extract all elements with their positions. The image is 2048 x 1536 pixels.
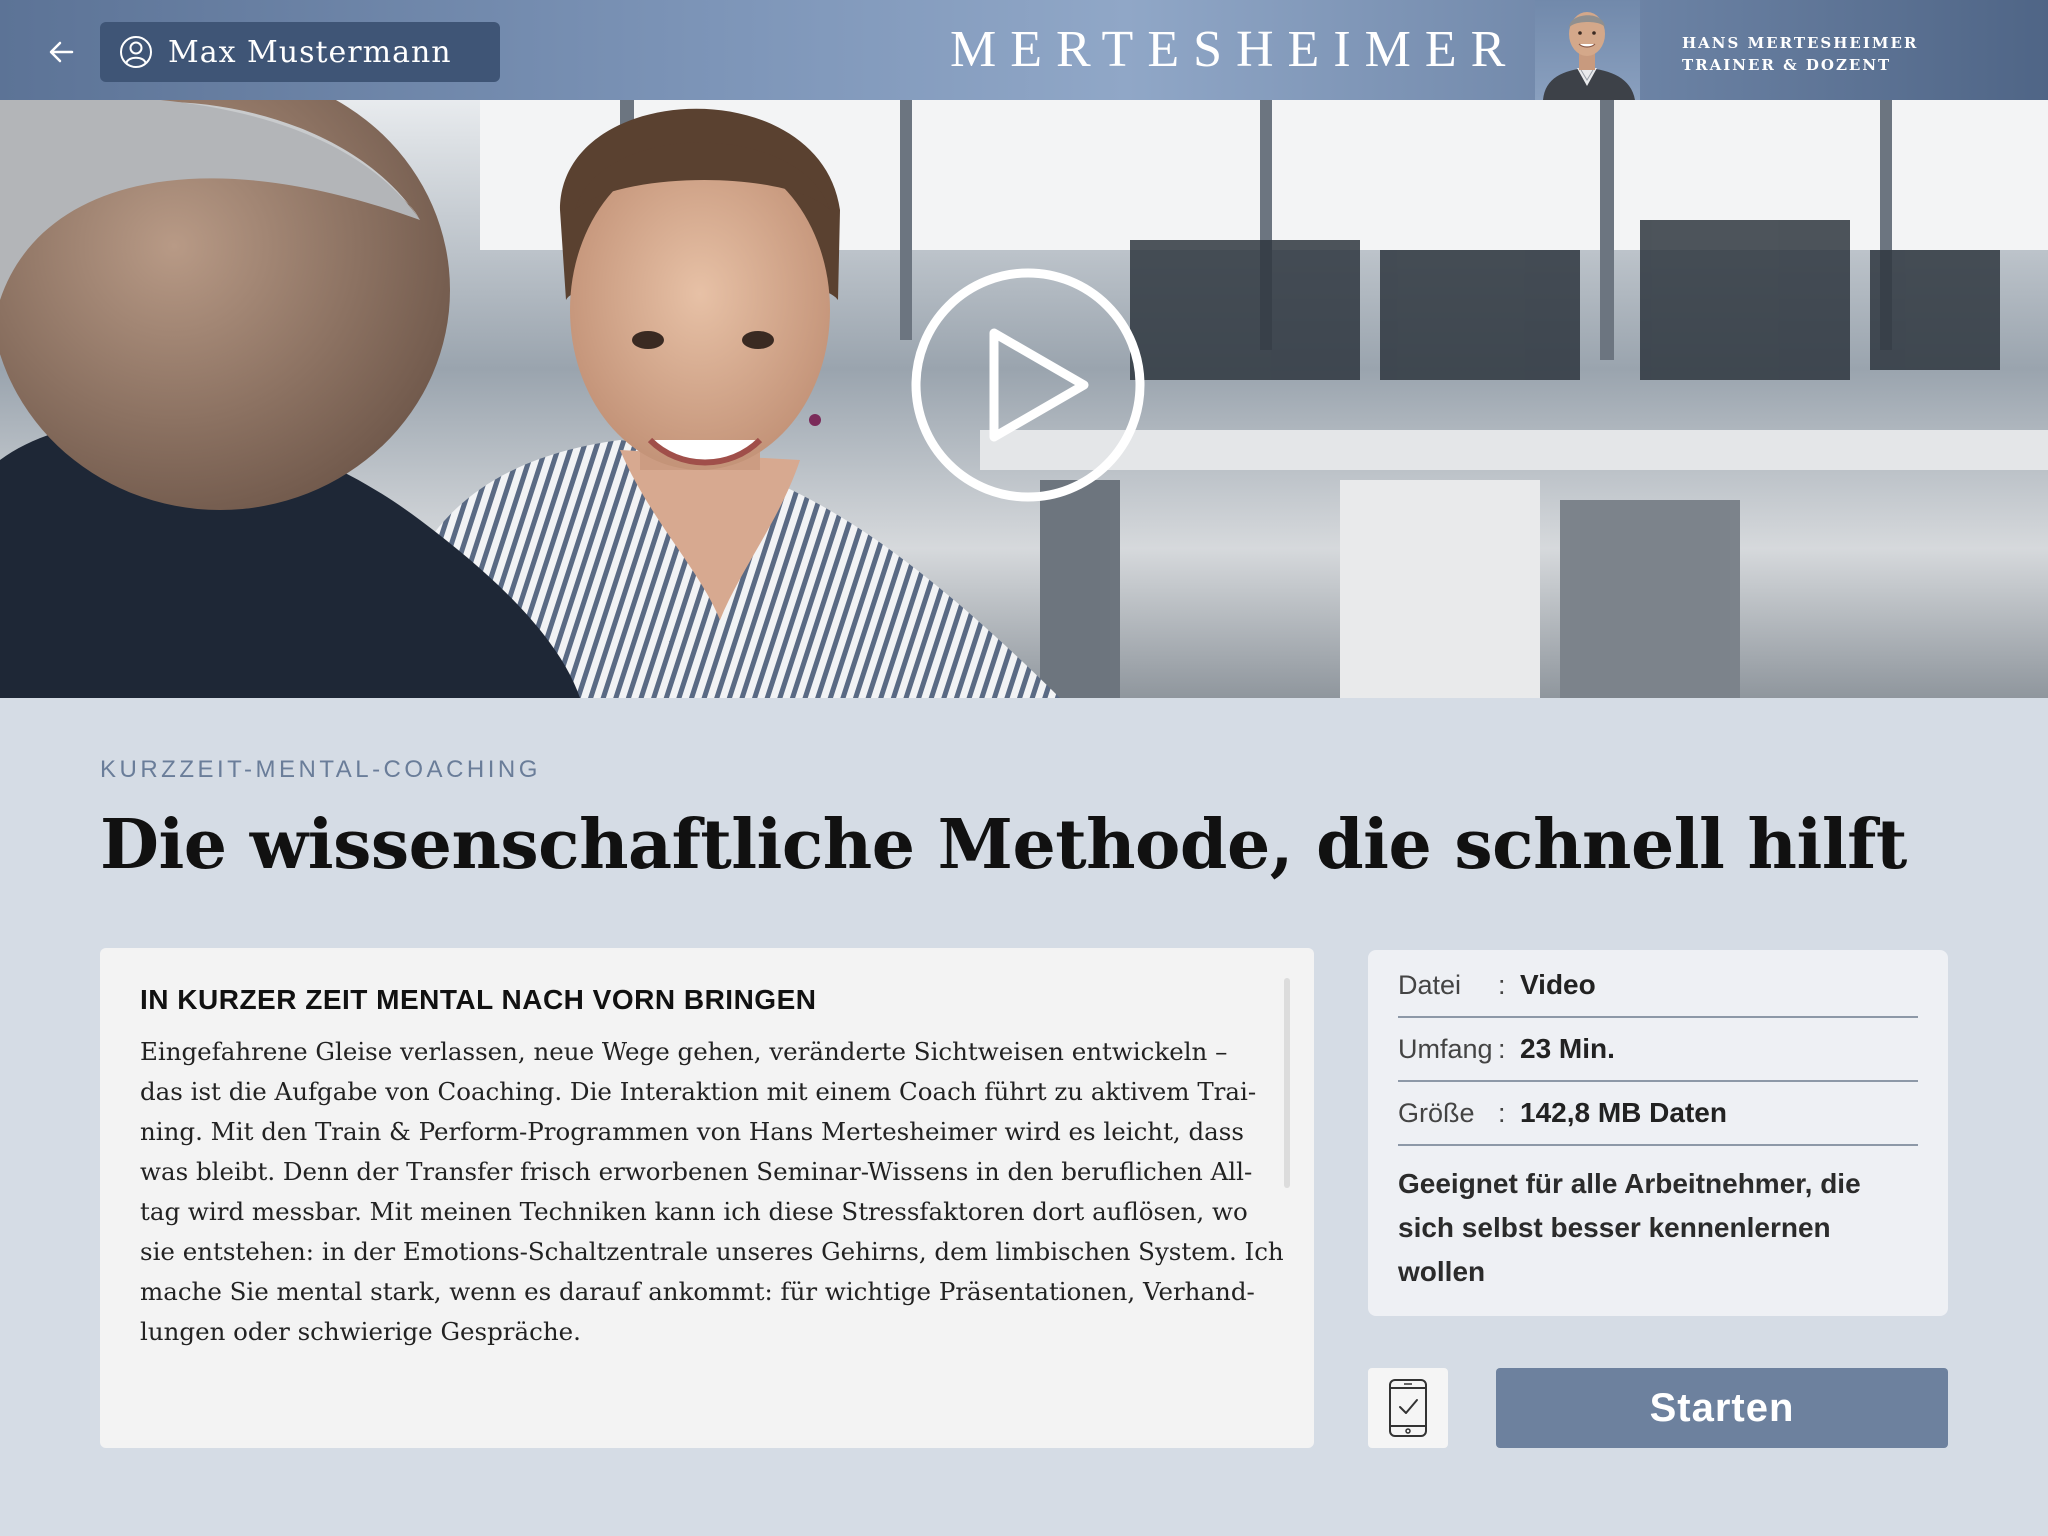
user-profile-button[interactable]: Max Mustermann: [100, 22, 500, 82]
description-line: tag wird messbar. Mit meinen Techniken k…: [140, 1197, 1248, 1226]
description-line: ning. Mit den Train & Perform-Programmen…: [140, 1117, 1244, 1146]
trainer-portrait: [1535, 0, 1640, 100]
scrollbar[interactable]: [1284, 978, 1290, 1188]
user-circle-icon: [120, 36, 152, 68]
info-key: Umfang: [1398, 1033, 1493, 1064]
audience-note: Geeignet für alle Arbeitnehmer, die sich…: [1398, 1168, 1861, 1287]
description-line: was bleibt. Denn der Transfer frisch erw…: [140, 1157, 1253, 1186]
user-name: Max Mustermann: [168, 34, 452, 70]
media-info-card: Datei : Video Umfang : 23 Min. Größe : 1…: [1368, 950, 1948, 1316]
info-value: 23 Min.: [1520, 1033, 1615, 1064]
description-line: das ist die Aufgabe von Coaching. Die In…: [140, 1077, 1257, 1106]
start-button[interactable]: Starten: [1496, 1368, 1948, 1448]
page-title: Die wissenschaftliche Methode, die schne…: [100, 805, 1907, 885]
arrow-left-icon: [49, 41, 74, 63]
description-line: lungen oder schwierige Gespräche.: [140, 1317, 581, 1346]
info-key: Datei: [1398, 969, 1462, 1000]
trainer-info: HANS MERTESHEIMER TRAINER & DOZENT: [1682, 32, 1918, 76]
description-text: Eingefahrene Gleise verlassen, neue Wege…: [140, 1032, 1284, 1352]
device-check-button[interactable]: [1368, 1368, 1448, 1448]
play-circle-icon: [911, 268, 1145, 502]
info-colon: :: [1498, 1097, 1506, 1128]
play-button[interactable]: [908, 265, 1148, 505]
description-line: mache Sie mental stark, wenn es darauf a…: [140, 1277, 1255, 1306]
info-row-file: Datei : Video: [1398, 954, 1918, 1018]
info-colon: :: [1498, 1033, 1506, 1064]
description-card: IN KURZER ZEIT MENTAL NACH VORN BRINGEN …: [100, 948, 1314, 1448]
video-hero[interactable]: [0, 100, 2048, 698]
description-heading: IN KURZER ZEIT MENTAL NACH VORN BRINGEN: [140, 984, 817, 1015]
trainer-role: TRAINER & DOZENT: [1682, 56, 1892, 74]
description-line: Eingefahrene Gleise verlassen, neue Wege…: [140, 1037, 1228, 1066]
info-value: Video: [1520, 969, 1596, 1000]
app-header: Max Mustermann MERTESHEIMER HANS MERTESH…: [0, 0, 2048, 100]
info-row-duration: Umfang : 23 Min.: [1398, 1018, 1918, 1082]
smartphone-check-icon: [1389, 1379, 1427, 1437]
brand-logo: MERTESHEIMER: [950, 21, 1520, 78]
description-line: sie entstehen: in der Emotions-Schaltzen…: [140, 1237, 1284, 1266]
back-button[interactable]: [40, 30, 84, 74]
info-value: 142,8 MB Daten: [1520, 1097, 1727, 1128]
info-colon: :: [1498, 969, 1506, 1000]
info-row-size: Größe : 142,8 MB Daten: [1398, 1082, 1918, 1146]
category-label: KURZZEIT-MENTAL-COACHING: [100, 756, 541, 783]
trainer-name: HANS MERTESHEIMER: [1682, 34, 1919, 52]
info-key: Größe: [1398, 1097, 1475, 1128]
